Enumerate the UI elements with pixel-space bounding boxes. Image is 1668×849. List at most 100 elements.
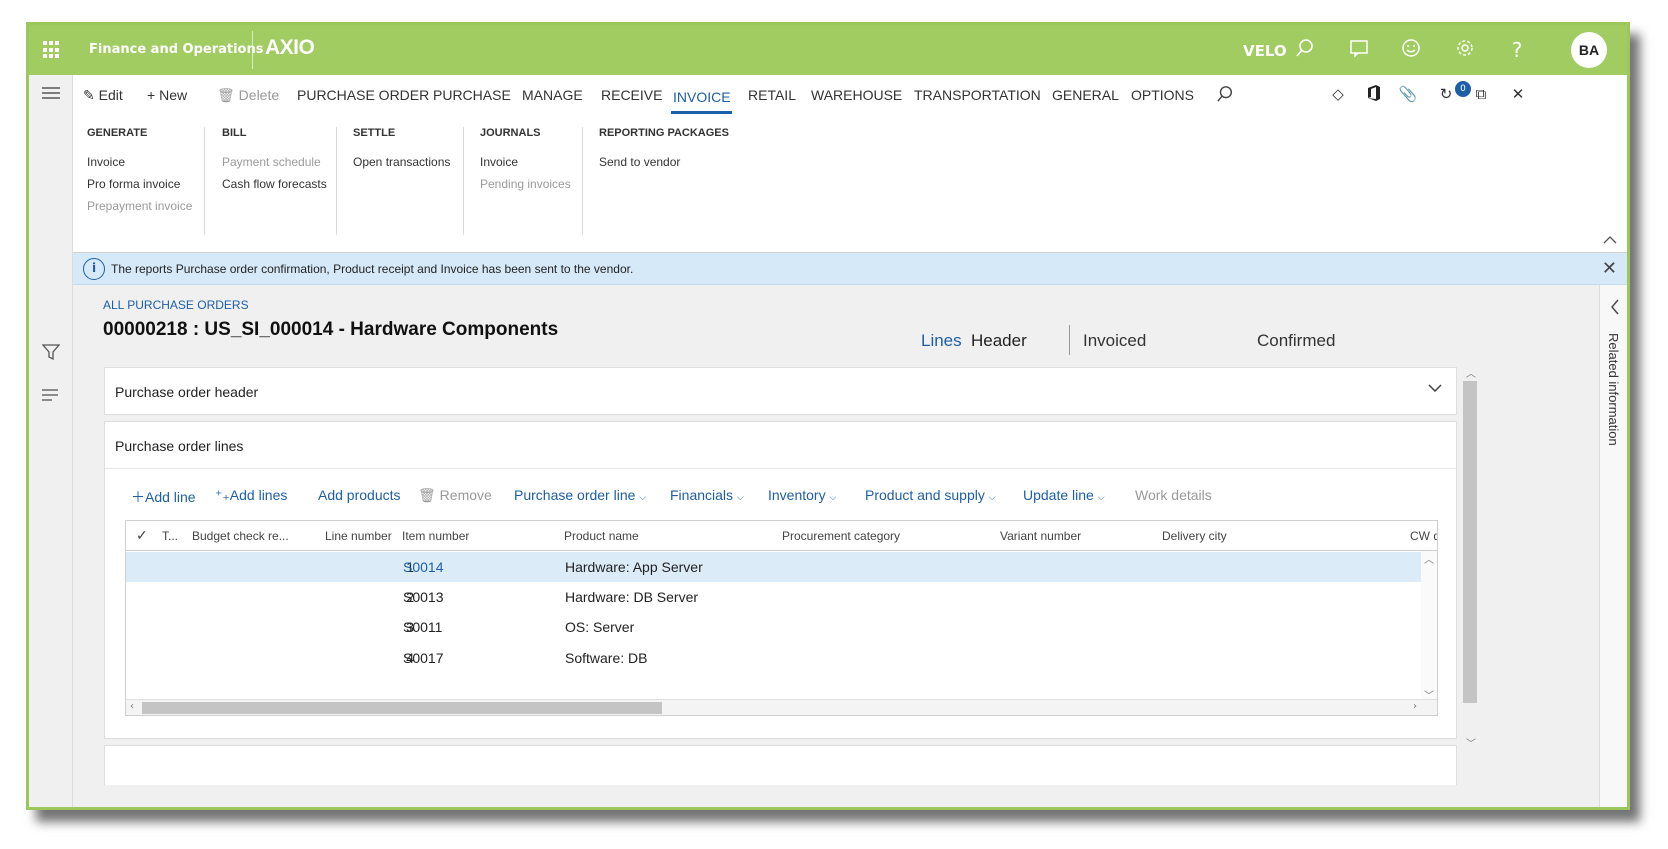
payment-schedule-button[interactable]: Payment schedule (222, 155, 327, 177)
tab-options[interactable]: OPTIONS (1131, 87, 1194, 103)
related-information-pane[interactable]: Related information (1599, 285, 1627, 807)
view-lines-link[interactable]: Lines (921, 331, 962, 351)
purchase-order-line-menu[interactable]: Purchase order line ⌵ (514, 487, 646, 503)
app-launcher-icon[interactable] (43, 41, 61, 59)
gear-icon[interactable] (1453, 38, 1477, 62)
send-to-vendor-button[interactable]: Send to vendor (599, 155, 729, 177)
financials-menu[interactable]: Financials ⌵ (670, 487, 744, 503)
prepayment-invoice-button[interactable]: Prepayment invoice (87, 199, 192, 221)
select-all-checkmark-icon[interactable]: ✓ (136, 527, 148, 544)
divider (582, 127, 583, 235)
hamburger-menu-icon[interactable] (41, 85, 61, 105)
table-row[interactable]: 3 S0011 OS: Server (126, 612, 1422, 642)
tab-purchase-order[interactable]: PURCHASE ORDER (297, 87, 429, 103)
office-icon[interactable] (1363, 85, 1385, 105)
inventory-menu[interactable]: Inventory ⌵ (768, 487, 836, 503)
tab-retail[interactable]: RETAIL (748, 87, 796, 103)
open-new-window-icon[interactable]: ⧉ (1470, 85, 1492, 103)
delete-button[interactable]: 🗑 Delete (217, 87, 279, 104)
view-header-link[interactable]: Header (971, 331, 1027, 351)
help-icon[interactable]: ? (1505, 38, 1529, 62)
search-icon[interactable] (1293, 38, 1317, 62)
scroll-down-icon[interactable]: ﹀ (1466, 735, 1476, 750)
table-row[interactable]: 1 S0014 Hardware: App Server (126, 552, 1422, 582)
chevron-right-icon[interactable]: › (1413, 701, 1417, 712)
table-row[interactable]: 4 S0017 Software: DB (126, 643, 1422, 673)
remove-button[interactable]: 🗑 Remove (418, 487, 492, 504)
column-header[interactable]: Variant number (1000, 529, 1081, 543)
chat-icon[interactable] (1347, 38, 1371, 62)
company-picker[interactable]: VELO (1243, 42, 1287, 60)
tab-receive[interactable]: RECEIVE (601, 87, 662, 103)
action-pane-tabs: ✎ Edit + New 🗑 Delete PURCHASE ORDER PUR… (73, 75, 1627, 115)
horizontal-scroll-thumb[interactable] (142, 702, 662, 714)
menu-label: Inventory (768, 487, 826, 503)
column-header[interactable]: Product name (564, 529, 639, 543)
pending-invoices-button[interactable]: Pending invoices (480, 177, 571, 199)
journal-invoice-button[interactable]: Invoice (480, 155, 571, 177)
item-number-link[interactable]: S0014 (403, 559, 443, 575)
table-row[interactable]: 2 S0013 Hardware: DB Server (126, 582, 1422, 612)
tab-invoice[interactable]: INVOICE (673, 89, 731, 105)
new-label: New (159, 87, 188, 103)
list-icon[interactable] (41, 387, 61, 407)
scroll-up-icon[interactable]: ︿ (1466, 365, 1476, 380)
tab-general[interactable]: GENERAL (1052, 87, 1119, 103)
breadcrumb[interactable]: ALL PURCHASE ORDERS (103, 298, 249, 312)
chevron-down-icon: ⌵ (736, 492, 744, 502)
purchase-order-header-section[interactable]: Purchase order header (104, 367, 1457, 415)
pro-forma-invoice-button[interactable]: Pro forma invoice (87, 177, 192, 199)
action-search-icon[interactable] (1216, 85, 1234, 106)
chevron-down-icon[interactable] (1428, 380, 1442, 396)
item-number-cell: S0011 (403, 619, 443, 635)
close-icon[interactable]: ✕ (1507, 85, 1529, 103)
add-lines-button[interactable]: ⁺₊Add lines (215, 487, 287, 504)
filter-icon[interactable] (41, 343, 61, 363)
column-header[interactable]: Delivery city (1162, 529, 1227, 543)
product-name-cell: Software: DB (565, 650, 648, 666)
add-line-button[interactable]: ＋Add line (131, 487, 196, 507)
divider (336, 127, 337, 235)
column-header[interactable]: Line number (325, 529, 392, 543)
chevron-left-icon[interactable]: ‹ (130, 701, 134, 712)
avatar[interactable]: BA (1571, 32, 1607, 68)
tab-transportation[interactable]: TRANSPORTATION (914, 87, 1041, 103)
tab-purchase[interactable]: PURCHASE (433, 87, 511, 103)
item-number-cell: S0017 (403, 650, 444, 666)
expand-chevron-icon[interactable] (1610, 299, 1620, 319)
chevron-up-icon[interactable]: ︿ (1424, 551, 1434, 566)
column-header[interactable]: T... (162, 529, 178, 543)
column-header[interactable]: Item number (402, 529, 469, 543)
product-and-supply-menu[interactable]: Product and supply ⌵ (865, 487, 996, 503)
column-header[interactable]: Budget check re... (192, 529, 289, 543)
lines-toolbar: ＋Add line ⁺₊Add lines Add products 🗑 Rem… (105, 478, 1456, 514)
attachment-icon[interactable]: 📎 (1397, 85, 1419, 103)
product-name-cell: Hardware: App Server (565, 559, 703, 575)
work-details-button[interactable]: Work details (1135, 487, 1212, 503)
divider (105, 468, 1456, 469)
tab-warehouse[interactable]: WAREHOUSE (811, 87, 902, 103)
power-apps-icon[interactable]: ◇ (1327, 85, 1349, 103)
cash-flow-forecasts-button[interactable]: Cash flow forecasts (222, 177, 327, 199)
tab-manage[interactable]: MANAGE (522, 87, 583, 103)
update-line-menu[interactable]: Update line ⌵ (1023, 487, 1105, 503)
page-scrollbar[interactable] (1463, 381, 1477, 703)
chevron-down-icon: ⌵ (1097, 492, 1105, 502)
product-name-cell: Hardware: DB Server (565, 589, 699, 605)
divider (1069, 325, 1070, 355)
open-transactions-button[interactable]: Open transactions (353, 155, 450, 177)
refresh-icon[interactable]: ↻ (1435, 85, 1457, 103)
collapse-action-pane-icon[interactable] (1603, 233, 1617, 247)
column-header[interactable]: CW q (1410, 529, 1437, 543)
column-header[interactable]: Procurement category (782, 529, 900, 543)
edit-button[interactable]: ✎ Edit (83, 87, 123, 104)
new-button[interactable]: + New (147, 87, 187, 103)
grid-vertical-scrollbar[interactable]: ︿ ﹀ (1421, 551, 1437, 702)
generate-invoice-button[interactable]: Invoice (87, 155, 192, 177)
add-products-button[interactable]: Add products (318, 487, 401, 503)
menu-label: Purchase order line (514, 487, 636, 503)
dismiss-message-icon[interactable]: ✕ (1602, 258, 1617, 279)
app-name[interactable]: Finance and Operations (89, 42, 263, 57)
smiley-icon[interactable] (1399, 38, 1423, 62)
grid-horizontal-scrollbar[interactable]: ‹ › (126, 699, 1437, 715)
